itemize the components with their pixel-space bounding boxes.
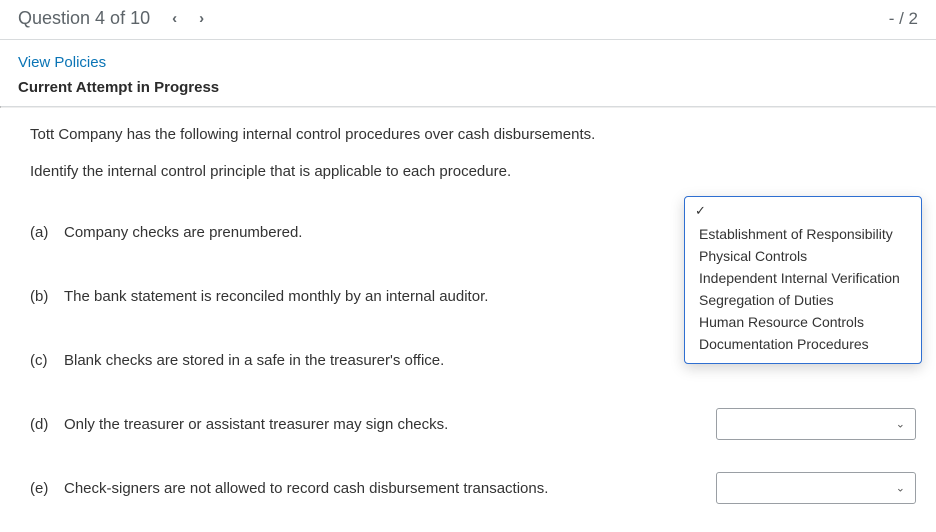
dropdown-option[interactable]: Segregation of Duties xyxy=(693,289,917,311)
item-text: Only the treasurer or assistant treasure… xyxy=(64,416,716,433)
answer-select-e[interactable]: ⌄ xyxy=(716,472,916,504)
item-row-e: (e) Check-signers are not allowed to rec… xyxy=(30,456,918,520)
dropdown-option[interactable]: Documentation Procedures xyxy=(693,333,917,355)
score-prefix: - / xyxy=(889,9,909,28)
prompt-line-2: Identify the internal control principle … xyxy=(30,163,918,180)
next-question-button[interactable]: › xyxy=(199,10,204,27)
dropdown-option[interactable]: Independent Internal Verification xyxy=(693,267,917,289)
item-row-d: (d) Only the treasurer or assistant trea… xyxy=(30,392,918,456)
question-body: Tott Company has the following internal … xyxy=(0,108,936,520)
item-text: Blank checks are stored in a safe in the… xyxy=(64,352,716,369)
item-label: (a) xyxy=(30,224,64,241)
chevron-down-icon: ⌄ xyxy=(896,418,905,431)
answer-select-d[interactable]: ⌄ xyxy=(716,408,916,440)
header-left: Question 4 of 10 ‹ › xyxy=(18,8,204,29)
view-policies-link[interactable]: View Policies xyxy=(18,54,106,71)
dropdown-option[interactable]: Establishment of Responsibility xyxy=(693,223,917,245)
chevron-down-icon: ⌄ xyxy=(896,482,905,495)
attempt-status: Current Attempt in Progress xyxy=(0,79,936,106)
score-display: - / 2 xyxy=(889,9,918,29)
dropdown-selected-check: ✓ xyxy=(693,203,917,223)
policies-row: View Policies xyxy=(0,40,936,79)
items-container: (a) Company checks are prenumbered. ✓ Es… xyxy=(30,200,918,520)
score-total: 2 xyxy=(909,9,918,28)
answer-dropdown-open[interactable]: ✓ Establishment of Responsibility Physic… xyxy=(684,196,922,364)
question-header: Question 4 of 10 ‹ › - / 2 xyxy=(0,0,936,40)
nav-arrows: ‹ › xyxy=(172,10,204,27)
dropdown-option[interactable]: Human Resource Controls xyxy=(693,311,917,333)
question-title: Question 4 of 10 xyxy=(18,8,150,29)
item-row-a: (a) Company checks are prenumbered. ✓ Es… xyxy=(30,200,918,264)
item-label: (c) xyxy=(30,352,64,369)
item-label: (b) xyxy=(30,288,64,305)
item-label: (d) xyxy=(30,416,64,433)
dropdown-option[interactable]: Physical Controls xyxy=(693,245,917,267)
item-label: (e) xyxy=(30,480,64,497)
item-text: Company checks are prenumbered. xyxy=(64,224,716,241)
prev-question-button[interactable]: ‹ xyxy=(172,10,177,27)
item-text: The bank statement is reconciled monthly… xyxy=(64,288,716,305)
item-text: Check-signers are not allowed to record … xyxy=(64,480,716,497)
prompt-line-1: Tott Company has the following internal … xyxy=(30,126,918,143)
